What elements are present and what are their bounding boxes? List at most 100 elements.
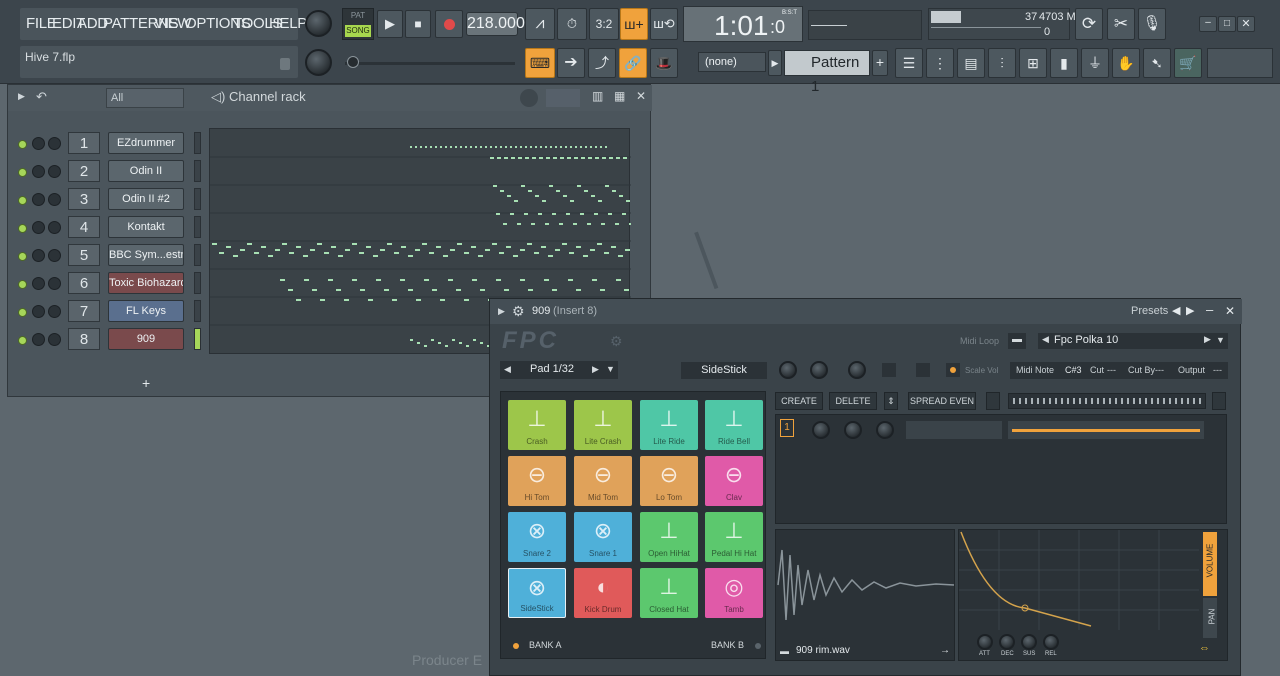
channel-button[interactable]: BBC Sym...estra xyxy=(108,244,184,266)
playlist-icon[interactable]: ☰ xyxy=(895,48,923,78)
volume-knob[interactable] xyxy=(48,277,61,290)
wait-for-input-icon[interactable]: ⏱ xyxy=(557,8,587,40)
close-rack-icon[interactable]: ✕ xyxy=(636,89,646,103)
mute-led[interactable] xyxy=(18,308,27,317)
channel-select[interactable] xyxy=(194,272,201,294)
volume-knob[interactable] xyxy=(48,165,61,178)
mute-led[interactable] xyxy=(18,336,27,345)
pan-knob[interactable] xyxy=(32,249,45,262)
shop-icon[interactable]: 🛒 xyxy=(1174,48,1202,78)
pad-dropdown-icon[interactable]: ▼ xyxy=(606,364,615,374)
velocity-range-bar[interactable] xyxy=(1008,393,1206,409)
channel-select[interactable] xyxy=(194,244,201,266)
minimize-icon[interactable]: – xyxy=(1199,16,1217,32)
pan-knob[interactable] xyxy=(32,165,45,178)
mute-led[interactable] xyxy=(18,280,27,289)
pad-volume-knob[interactable] xyxy=(779,361,797,379)
scale-vol-toggle[interactable] xyxy=(946,363,960,377)
cut-by-value[interactable]: --- xyxy=(1155,365,1164,375)
channel-button[interactable]: FL Keys xyxy=(108,300,184,322)
volume-knob[interactable] xyxy=(48,137,61,150)
channel-select[interactable] xyxy=(194,160,201,182)
song-position-display[interactable]: 1:01 :0 B:S:T xyxy=(683,6,803,42)
midi-device-select[interactable]: (none) xyxy=(698,52,766,72)
channel-rack-icon[interactable]: ▤ xyxy=(957,48,985,78)
undo-icon[interactable]: ↶ xyxy=(36,89,47,105)
drum-pad[interactable]: ⊖ Mid Tom xyxy=(574,456,632,506)
browser-icon[interactable]: ⊞ xyxy=(1019,48,1047,78)
piano-roll-icon[interactable]: ⋮ xyxy=(926,48,954,78)
mute-toggle[interactable] xyxy=(882,363,896,377)
loop-record-icon[interactable]: ш⟲ xyxy=(650,8,678,40)
channel-number[interactable]: 6 xyxy=(68,272,100,294)
drum-pad[interactable]: ⊖ Clav xyxy=(705,456,763,506)
release-knob[interactable] xyxy=(1043,634,1059,650)
step-sequencer-icon[interactable]: ▦ xyxy=(614,89,625,103)
close-plugin-icon[interactable]: ✕ xyxy=(1225,304,1235,318)
metronome-icon[interactable]: ⩘ xyxy=(525,8,555,40)
volume-knob[interactable] xyxy=(48,249,61,262)
drum-pad[interactable]: ◎ Tamb xyxy=(705,568,763,618)
news-panel[interactable] xyxy=(1207,48,1273,78)
channel-number[interactable]: 3 xyxy=(68,188,100,210)
spread-even-button[interactable]: SPREAD EVEN xyxy=(908,392,976,410)
sample-export-icon[interactable]: → xyxy=(940,645,950,656)
delete-layer-button[interactable]: DELETE xyxy=(829,392,877,410)
preset-prev-icon[interactable]: ◀ xyxy=(1172,304,1180,317)
preset-select-next-icon[interactable]: ▶ xyxy=(1204,334,1211,345)
rack-menu-icon[interactable]: ▶ xyxy=(18,91,25,102)
step-size-display[interactable] xyxy=(546,89,580,107)
bank-b-button[interactable]: BANK B xyxy=(711,640,744,650)
touch-controller-icon[interactable]: ✋ xyxy=(1112,48,1140,78)
play-button[interactable]: ▶ xyxy=(377,10,403,38)
presets-label[interactable]: Presets xyxy=(1131,305,1168,317)
drum-pad[interactable]: ⊥ Closed Hat xyxy=(640,568,698,618)
stop-button[interactable]: ■ xyxy=(405,10,431,38)
slide-icon[interactable]: ⤴ xyxy=(588,48,616,78)
mixer-icon[interactable]: ⫶ xyxy=(988,48,1016,78)
attack-knob[interactable] xyxy=(977,634,993,650)
cut-value[interactable]: --- xyxy=(1107,365,1116,375)
layer-pan-knob[interactable] xyxy=(844,421,862,439)
pan-knob[interactable] xyxy=(32,305,45,318)
layer-pitch-knob[interactable] xyxy=(876,421,894,439)
mute-led[interactable] xyxy=(18,224,27,233)
channel-button[interactable]: 909 xyxy=(108,328,184,350)
drum-pad[interactable]: ⊥ Ride Bell xyxy=(705,400,763,450)
menu-help[interactable]: HELP xyxy=(269,15,307,32)
mute-led[interactable] xyxy=(18,168,27,177)
master-volume-knob[interactable] xyxy=(305,10,332,37)
swap-arrows-icon[interactable]: ⇔ xyxy=(1199,642,1210,654)
drum-pad[interactable]: ⊥ Pedal Hi Hat xyxy=(705,512,763,562)
maximize-icon[interactable]: □ xyxy=(1218,16,1236,32)
pat-song-switch[interactable]: PAT SONG xyxy=(342,8,374,40)
mute-led[interactable] xyxy=(18,196,27,205)
volume-knob[interactable] xyxy=(48,193,61,206)
midi-note-value[interactable]: C#3 xyxy=(1065,365,1082,375)
channel-button[interactable]: EZdrummer xyxy=(108,132,184,154)
master-pitch-knob[interactable] xyxy=(305,49,332,76)
layer-number[interactable]: 1 xyxy=(780,419,794,437)
plugin-icon[interactable]: ⏚ xyxy=(1081,48,1109,78)
project-icon[interactable]: ▮ xyxy=(1050,48,1078,78)
step-edit-icon[interactable]: ➔ xyxy=(557,48,585,78)
pattern-selector[interactable]: Pattern 1 xyxy=(784,50,870,95)
volume-env-tab[interactable]: VOLUME xyxy=(1203,532,1217,596)
spread-toggle[interactable] xyxy=(986,392,1000,410)
pan-knob[interactable] xyxy=(32,221,45,234)
channel-number[interactable]: 4 xyxy=(68,216,100,238)
pan-env-tab[interactable]: PAN xyxy=(1203,598,1217,638)
create-layer-button[interactable]: CREATE xyxy=(775,392,823,410)
pan-knob[interactable] xyxy=(32,193,45,206)
channel-select[interactable] xyxy=(194,188,201,210)
channel-select[interactable] xyxy=(194,132,201,154)
decay-knob[interactable] xyxy=(999,634,1015,650)
channel-number[interactable]: 7 xyxy=(68,300,100,322)
pad-name[interactable]: SideStick xyxy=(681,362,767,379)
channel-button[interactable]: Toxic Biohazard xyxy=(108,272,184,294)
drum-pad[interactable]: ◐ Kick Drum xyxy=(574,568,632,618)
pad-pitch-knob[interactable] xyxy=(848,361,866,379)
typing-keyboard-icon[interactable]: ⌨ xyxy=(525,48,555,78)
drum-pad[interactable]: ⊖ Lo Tom xyxy=(640,456,698,506)
channel-button[interactable]: Odin II #2 xyxy=(108,188,184,210)
